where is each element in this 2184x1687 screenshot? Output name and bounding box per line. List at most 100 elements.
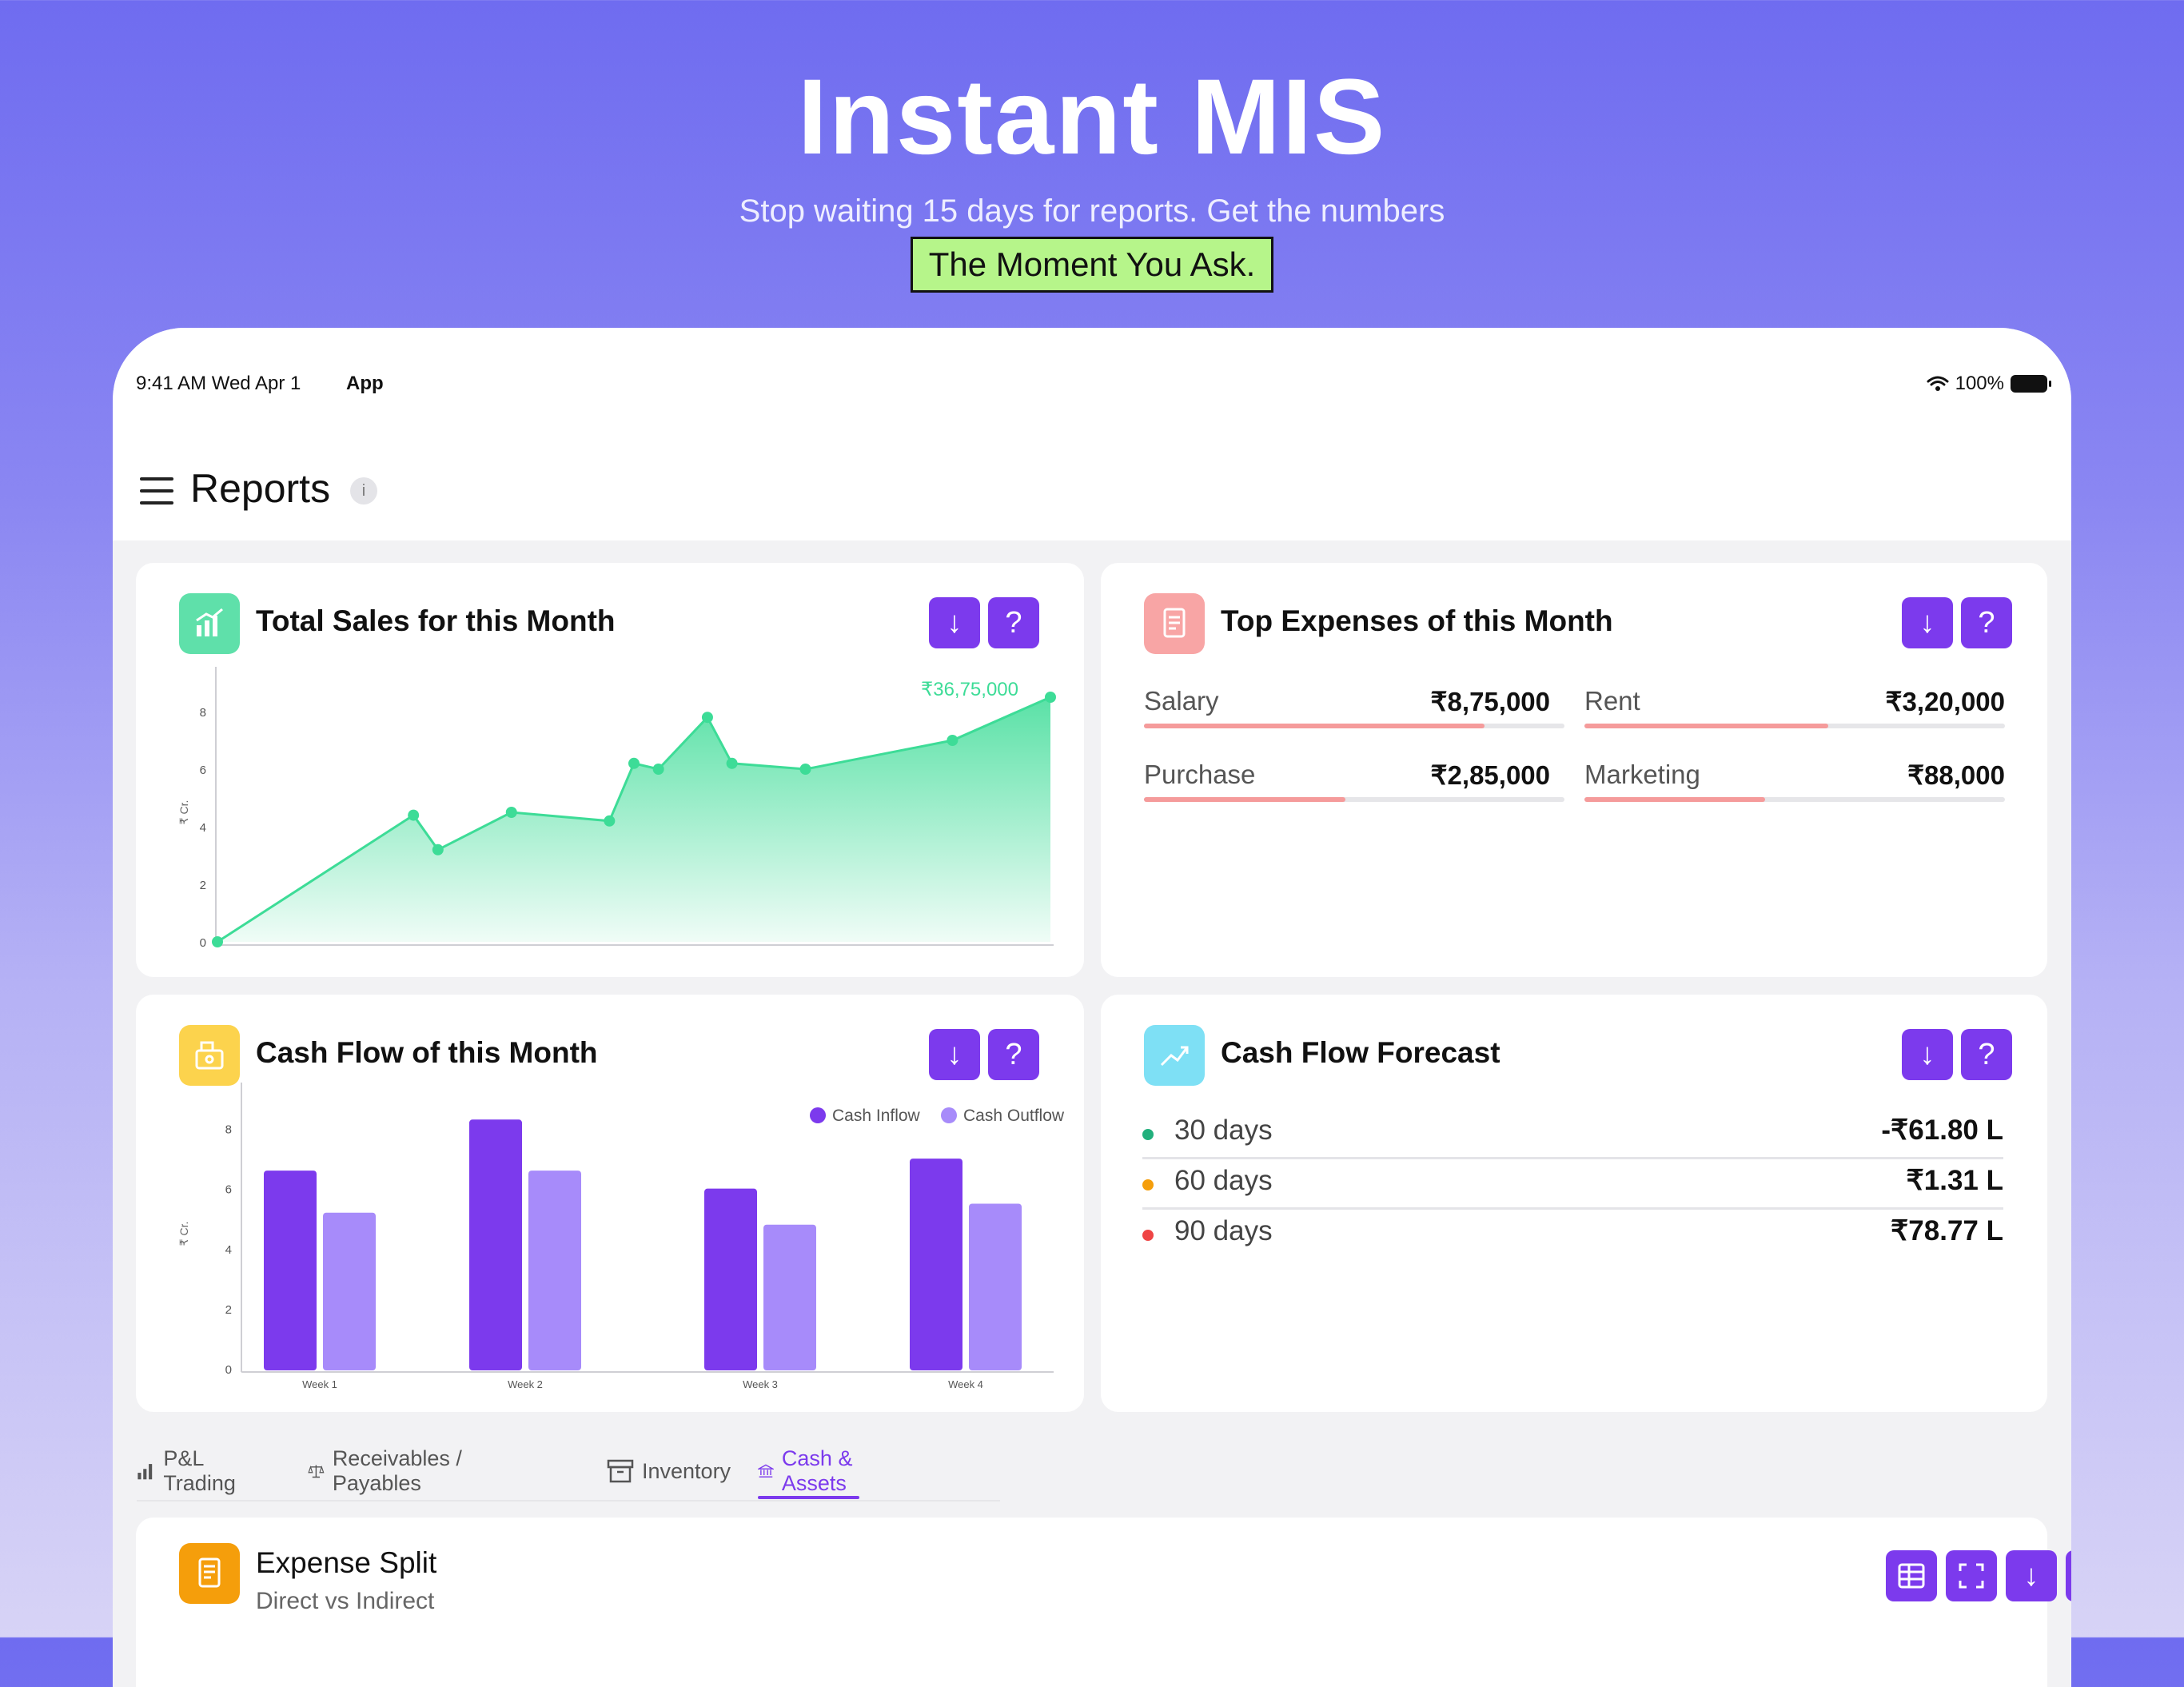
tab-inventory[interactable]: Inventory [607, 1443, 731, 1499]
trend-up-icon [1144, 1025, 1205, 1086]
status-dot-icon [1142, 1179, 1154, 1190]
tab-cash-assets[interactable]: Cash & Assets [758, 1443, 860, 1499]
expenses-card-title: Top Expenses of this Month [1221, 604, 1613, 637]
sales-point [212, 936, 223, 947]
expense-value-marketing: ₹88,000 [1907, 760, 2005, 790]
sales-point [726, 757, 738, 769]
sales-point [505, 807, 517, 818]
battery-icon [2011, 375, 2051, 393]
sales-point [947, 735, 958, 746]
sales-point [652, 764, 664, 775]
expense-bar-rent [1584, 724, 2005, 728]
forecast-row-60: 60 days ₹1.31 L [1142, 1160, 2003, 1210]
bar-outflow [323, 1212, 376, 1370]
help-button[interactable]: ? [1961, 597, 2012, 648]
cashflow-chart: 0 2 4 6 8 ₹ Cr. Week 1 Week 2 Week 3 Week 4 Cash I… [177, 1083, 1065, 1390]
table-view-button[interactable] [1886, 1550, 1937, 1601]
expense-bar-purchase [1144, 797, 1564, 802]
tab-pl-trading[interactable]: P&L Trading [137, 1443, 245, 1499]
top-bar: 9:41 AM Wed Apr 1 App 100% Reports i [113, 328, 2071, 540]
y-tick-label: 8 [225, 1123, 232, 1137]
y-tick-label: 0 [200, 936, 206, 950]
expense-split-subtitle: Direct vs Indirect [256, 1588, 435, 1614]
expense-bar-salary [1144, 724, 1564, 728]
sales-card: Total Sales for this Month ↓ ? 0 2 4 6 8 ₹ Cr… [136, 563, 1084, 977]
legend-label: Cash Inflow [832, 1107, 921, 1125]
y-axis-label: ₹ Cr. [177, 1222, 190, 1246]
battery-percent: 100% [1955, 373, 2004, 394]
bar-outflow [969, 1203, 1022, 1370]
sales-point [701, 712, 713, 724]
expense-label-marketing: Marketing [1584, 760, 1700, 789]
download-button[interactable]: ↓ [2006, 1550, 2057, 1601]
y-tick-label: 2 [200, 879, 206, 892]
tabs-divider [137, 1500, 1000, 1502]
y-tick-label: 0 [225, 1363, 232, 1377]
page-title: Reports [190, 466, 331, 511]
expand-icon [1959, 1563, 1984, 1589]
download-button[interactable]: ↓ [1902, 597, 1953, 648]
expense-value-purchase: ₹2,85,000 [1430, 760, 1550, 790]
hero-highlight-wrap: The Moment You Ask. [0, 237, 2184, 293]
divider [1142, 1157, 2003, 1159]
help-button[interactable]: ? [2066, 1550, 2071, 1601]
expense-label-salary: Salary [1144, 686, 1219, 716]
expense-label-purchase: Purchase [1144, 760, 1256, 789]
x-tick-label: Week 3 [743, 1378, 778, 1390]
sales-point [408, 809, 420, 821]
tab-label: Receivables / Payables [332, 1446, 462, 1495]
status-app: App [346, 373, 384, 394]
divider [1142, 1207, 2003, 1210]
receipt-icon [1144, 593, 1205, 654]
expense-bar-fill [1144, 797, 1346, 802]
expense-bar-fill [1144, 724, 1485, 728]
forecast-value: ₹78.77 L [1891, 1215, 2003, 1246]
x-tick-label: Week 2 [508, 1378, 543, 1390]
forecast-card-title: Cash Flow Forecast [1221, 1036, 1501, 1069]
forecast-label: 30 days [1174, 1115, 1273, 1146]
status-dot-icon [1142, 1230, 1154, 1241]
sales-point [604, 815, 616, 827]
scale-icon [308, 1465, 325, 1478]
y-axis-label: ₹ Cr. [177, 800, 190, 825]
expense-bar-marketing [1584, 797, 2005, 802]
bar-inflow [704, 1188, 757, 1370]
info-icon[interactable]: i [350, 477, 377, 505]
bar-chart-icon [137, 1464, 153, 1480]
y-tick-label: 6 [225, 1183, 232, 1197]
hero-subtitle: Stop waiting 15 days for reports. Get th… [739, 193, 1445, 229]
menu-icon[interactable] [140, 477, 173, 505]
expand-button[interactable] [1946, 1550, 1997, 1601]
archive-icon [607, 1459, 634, 1483]
bar-outflow [528, 1171, 581, 1370]
status-right: 100% [1927, 373, 2051, 395]
legend-label: Cash Outflow [963, 1107, 1065, 1125]
x-tick-label: Week 4 [948, 1378, 983, 1390]
sales-point [628, 757, 640, 769]
wifi-icon [1927, 376, 1949, 391]
bar-inflow [469, 1119, 522, 1370]
y-tick-label: 4 [225, 1243, 232, 1257]
hero-title: Instant MIS [797, 58, 1387, 177]
forecast-row-90: 90 days ₹78.77 L [1142, 1210, 2003, 1260]
download-button[interactable]: ↓ [1902, 1029, 1953, 1080]
tab-receivables-payables[interactable]: Receivables / Payables [308, 1443, 462, 1499]
expense-bar-fill [1584, 724, 1829, 728]
y-tick-label: 8 [200, 706, 206, 720]
tab-label: Cash & Assets [781, 1446, 853, 1495]
sales-chart: 0 2 4 6 8 ₹ Cr. ₹36,75,000 [177, 667, 1056, 950]
help-button[interactable]: ? [1961, 1029, 2012, 1080]
bar-inflow [264, 1171, 317, 1370]
expense-label-rent: Rent [1584, 686, 1640, 716]
document-icon [179, 1543, 240, 1604]
forecast-label: 90 days [1174, 1215, 1273, 1246]
bank-icon [758, 1464, 774, 1478]
expense-value-rent: ₹3,20,000 [1885, 687, 2005, 716]
cashflow-card: Cash Flow of this Month ↓ ? 0 2 4 6 8 ₹ Cr. We… [136, 995, 1084, 1412]
y-tick-label: 2 [225, 1303, 232, 1317]
y-tick-label: 4 [200, 821, 206, 835]
y-tick-label: 6 [200, 764, 206, 777]
legend-swatch [810, 1107, 826, 1123]
tablet-frame: 9:41 AM Wed Apr 1 App 100% Reports i Tot… [113, 328, 2071, 1687]
sales-annotation: ₹36,75,000 [921, 679, 1018, 700]
